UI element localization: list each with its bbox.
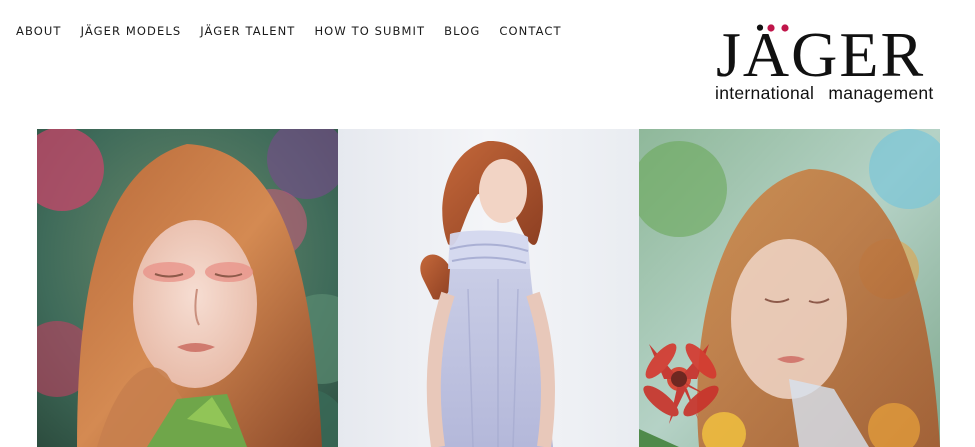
logo-umlaut-dot-left [767,24,775,32]
portrait-floral-double-exposure-image [639,129,940,447]
nav-contact-link[interactable]: CONTACT [499,24,561,38]
photo-gallery [37,129,940,447]
portrait-white-background-dress-image [338,129,639,447]
nav-jager-models-link[interactable]: JÄGER MODELS [81,24,182,38]
gallery-photo-1[interactable] [37,129,338,447]
logo-wordmark-text: JÄGER [716,20,925,82]
nav-jager-talent-link[interactable]: JÄGER TALENT [200,24,295,38]
nav-about-link[interactable]: ABOUT [16,24,62,38]
logo-wordmark: JÄGER [716,20,925,82]
gallery-photo-2[interactable] [338,129,639,447]
logo-umlaut-dot-right [781,24,789,32]
site-logo[interactable]: JÄGER international management [714,20,964,103]
logo-subtitle: international management [715,83,934,103]
portrait-floral-closed-eyes-image [37,129,338,447]
nav-how-to-submit-link[interactable]: HOW TO SUBMIT [314,24,425,38]
main-nav: ABOUT JÄGER MODELS JÄGER TALENT HOW TO S… [16,24,581,38]
nav-blog-link[interactable]: BLOG [444,24,480,38]
gallery-photo-3[interactable] [639,129,940,447]
